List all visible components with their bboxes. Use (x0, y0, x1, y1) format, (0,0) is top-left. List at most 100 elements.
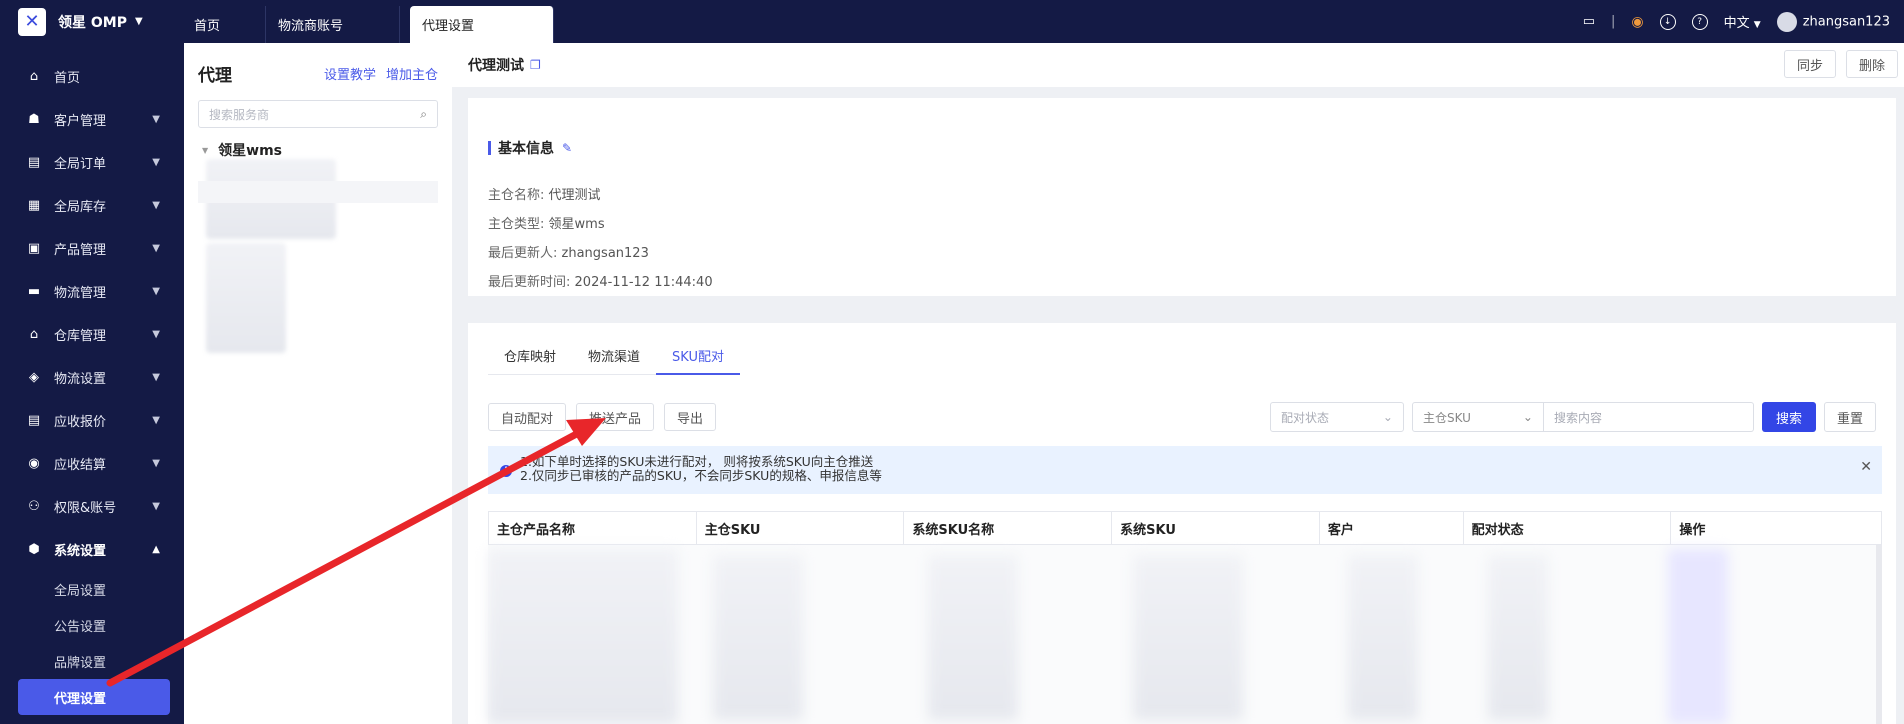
subtab-label: 物流渠道 (588, 350, 641, 365)
main-sku-select[interactable]: 主仓SKU ⌄ (1411, 402, 1544, 432)
copy-icon[interactable]: ❐ (530, 58, 541, 72)
sidebar-item-warehouse[interactable]: ⌂ 仓库管理 ▼ (0, 313, 184, 356)
sidebar-item-inventory[interactable]: ▦ 全局库存 ▼ (0, 184, 184, 227)
table-scrollbar[interactable] (1876, 545, 1882, 724)
info-value: 代理测试 (548, 188, 601, 203)
chevron-down-icon: ▼ (152, 114, 160, 125)
subtab-warehouse-mapping[interactable]: 仓库映射 (488, 337, 572, 374)
tab-logistics-account[interactable]: 物流商账号 (266, 6, 400, 43)
sku-mapping-card: 仓库映射 物流渠道 SKU配对 自动配对 推送产品 导出 配对状态 ⌄ 主仓SKU… (468, 323, 1896, 724)
subtab-sku-match[interactable]: SKU配对 (656, 337, 740, 375)
column-header[interactable]: 客户 (1320, 512, 1464, 544)
section-title-text: 基本信息 (498, 141, 554, 157)
tab-label: 首页 (194, 19, 221, 34)
chevron-down-icon: ▼ (152, 501, 160, 512)
chevron-down-icon: ▼ (152, 157, 160, 168)
provider-search-input[interactable]: 搜索服务商 ⌕ (198, 100, 438, 128)
customer-icon: ☗ (28, 112, 40, 127)
sidebar-item-customer[interactable]: ☗ 客户管理 ▼ (0, 98, 184, 141)
help-icon[interactable]: ? (1691, 13, 1708, 30)
app-logo[interactable]: ✕ (18, 7, 46, 36)
chevron-down-icon: ▼ (152, 286, 160, 297)
notice-line: 1.如下单时选择的SKU未进行配对， 则将按系统SKU向主仓推送 (520, 454, 874, 469)
blurred-tree-content (206, 243, 286, 353)
subtab-label: 仓库映射 (504, 350, 557, 365)
download-icon[interactable]: ↓ (1659, 13, 1676, 30)
sidebar-subitem-announcement[interactable]: 公告设置 (0, 607, 184, 643)
column-header[interactable]: 主仓SKU (697, 512, 905, 544)
auto-match-button[interactable]: 自动配对 (488, 403, 567, 431)
sidebar-item-label: 客户管理 (54, 114, 107, 129)
sidebar-item-products[interactable]: ▣ 产品管理 ▼ (0, 227, 184, 270)
setup-tutorial-link[interactable]: 设置教学 (324, 64, 376, 83)
quote-icon: ▤ (27, 413, 41, 428)
export-button[interactable]: 导出 (664, 403, 717, 431)
info-label: 主仓类型: (488, 217, 545, 232)
search-placeholder: 搜索服务商 (209, 107, 270, 122)
sidebar-subitem-brand[interactable]: 品牌设置 (0, 643, 184, 679)
detail-title-bar: 代理测试 ❐ 同步 删除 (452, 43, 1904, 87)
tab-label: 代理设置 (422, 19, 475, 34)
column-header[interactable]: 操作 (1671, 512, 1881, 544)
close-icon[interactable]: ✕ (1860, 460, 1872, 474)
match-status-select[interactable]: 配对状态 ⌄ (1269, 402, 1404, 432)
sidebar-item-label: 仓库管理 (54, 329, 107, 344)
edit-icon[interactable]: ✎ (562, 141, 572, 155)
tree-selected-row[interactable] (198, 181, 438, 203)
caret-down-icon: ▼ (202, 145, 209, 155)
robot-icon[interactable]: ◉ (1631, 14, 1643, 30)
sidebar-item-system-settings[interactable]: ⬢ 系统设置 ▲ (0, 528, 184, 571)
column-header[interactable]: 配对状态 (1464, 512, 1672, 544)
inventory-icon: ▦ (27, 198, 41, 213)
add-main-warehouse-link[interactable]: 增加主仓 (386, 64, 438, 83)
sidebar-item-orders[interactable]: ▤ 全局订单 ▼ (0, 141, 184, 184)
divider: | (1611, 14, 1616, 29)
top-right-tools: ▭ | ◉ ↓ ? 中文 ▼ zhangsan123 (1583, 0, 1890, 43)
page-title: 代理测试 (468, 58, 524, 74)
tab-label: 物流商账号 (278, 19, 344, 34)
sku-search-group: 主仓SKU ⌄ 搜索内容 (1411, 402, 1754, 432)
input-placeholder: 搜索内容 (1553, 410, 1602, 425)
sidebar-item-logistics[interactable]: ▬ 物流管理 ▼ (0, 270, 184, 313)
sidebar-subitem-global-settings[interactable]: 全局设置 (0, 571, 184, 607)
push-product-button[interactable]: 推送产品 (576, 403, 655, 431)
sidebar-item-permissions[interactable]: ⚇ 权限&账号 ▼ (0, 485, 184, 528)
sidebar-item-quote[interactable]: ▤ 应收报价 ▼ (0, 399, 184, 442)
sync-button[interactable]: 同步 (1783, 50, 1836, 78)
tab-agent-settings[interactable]: 代理设置 (410, 6, 554, 43)
chevron-down-icon: ▼ (152, 329, 160, 340)
tree-node-root[interactable]: ▼ 领星wms (184, 128, 452, 160)
top-bar: ✕ 领星 OMP ▼ 首页 物流商账号 代理设置 ▭ | ◉ ↓ ? 中文 ▼ … (0, 0, 1904, 43)
chevron-down-icon: ▼ (152, 372, 160, 383)
button-label: 重置 (1836, 411, 1863, 427)
agent-tree-panel: 代理 设置教学 增加主仓 搜索服务商 ⌕ ▼ 领星wms (184, 43, 452, 724)
delete-button[interactable]: 删除 (1845, 50, 1898, 78)
blurred-table-content (1133, 555, 1243, 720)
sidebar-item-label: 物流管理 (54, 286, 107, 301)
reset-button[interactable]: 重置 (1823, 402, 1876, 432)
column-header[interactable]: 系统SKU名称 (904, 512, 1113, 544)
sidebar-item-home[interactable]: ⌂ 首页 (0, 55, 184, 98)
inbox-icon[interactable]: ▭ (1583, 14, 1595, 29)
sidebar: ⌂ 首页 ☗ 客户管理 ▼ ▤ 全局订单 ▼ ▦ 全局库存 ▼ ▣ 产品管理 ▼ ▬ 物流管理 ▼ ⌂… (0, 43, 184, 724)
tab-home[interactable]: 首页 (182, 6, 266, 43)
sidebar-item-logistics-settings[interactable]: ◈ 物流设置 ▼ (0, 356, 184, 399)
chevron-down-icon: ▼ (152, 200, 160, 211)
search-button[interactable]: 搜索 (1761, 402, 1816, 432)
subtab-logistics-channel[interactable]: 物流渠道 (572, 337, 656, 374)
sidebar-item-label: 产品管理 (54, 243, 107, 258)
sidebar-item-settlement[interactable]: ◉ 应收结算 ▼ (0, 442, 184, 485)
blurred-table-content (928, 555, 1018, 720)
column-header[interactable]: 系统SKU (1112, 512, 1320, 544)
chevron-down-icon: ⌄ (1522, 410, 1533, 424)
sidebar-subitem-label: 品牌设置 (54, 655, 107, 671)
user-menu[interactable]: zhangsan123 (1776, 11, 1890, 32)
sidebar-subitem-agent[interactable]: 代理设置 (18, 679, 170, 715)
brand-switcher[interactable]: 领星 OMP ▼ (58, 12, 143, 32)
column-header[interactable]: 主仓产品名称 (489, 512, 697, 544)
product-icon: ▣ (27, 241, 41, 256)
language-switcher[interactable]: 中文 ▼ (1724, 12, 1761, 31)
search-content-input[interactable]: 搜索内容 (1543, 402, 1754, 432)
notice-banner: ! 1.如下单时选择的SKU未进行配对， 则将按系统SKU向主仓推送 2.仅同步… (488, 446, 1882, 494)
sidebar-subitem-label: 全局设置 (54, 583, 107, 599)
